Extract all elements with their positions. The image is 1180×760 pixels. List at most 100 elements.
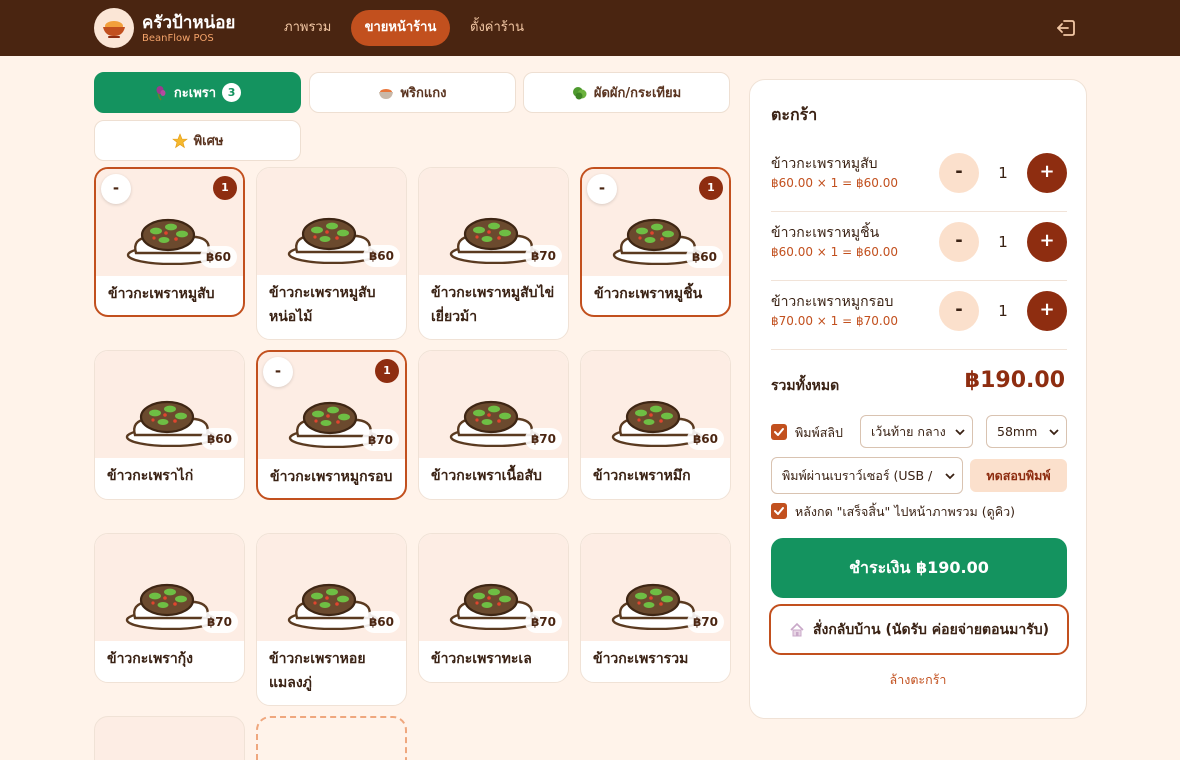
cart-title: ตะกร้า [771, 105, 818, 124]
cart-line-qty: 1 [998, 233, 1008, 251]
increase-qty-button[interactable]: + [1027, 222, 1067, 262]
check-icon [774, 428, 784, 436]
take-home-order-label: สั่งกลับบ้าน (นัดรับ ค่อยจ่ายตอนมารับ) [812, 621, 1050, 638]
product-name: ข้าวกะเพรากุ้ง [107, 651, 193, 667]
product-card[interactable]: ฿60 - 1 ข้าวกะเพราหมูสับ [94, 167, 245, 317]
product-image: ฿70 [95, 534, 244, 641]
cart-line-name: ข้าวกะเพราหมูสับ [771, 156, 878, 172]
total-value: ฿190.00 [964, 368, 1065, 393]
price-tag: ฿60 [362, 611, 400, 633]
category-tab-stirfry[interactable]: ผัดผัก/กระเทียม [523, 72, 730, 113]
logout-button[interactable] [1055, 17, 1077, 39]
product-card[interactable]: ฿60 ข้าวกะเพราหมูสับหน่อไม้ [256, 167, 407, 340]
decrease-qty-button[interactable]: - [939, 222, 979, 262]
category-tab-label: พิเศษ [193, 134, 224, 149]
add-product-placeholder[interactable] [256, 716, 407, 760]
product-image: ฿60 [257, 168, 406, 275]
cart-line-qty: 1 [998, 302, 1008, 320]
price-tag: ฿60 [686, 428, 724, 450]
remove-one-button[interactable]: - [587, 174, 617, 204]
clear-cart-link[interactable]: ล้างตะกร้า [750, 670, 1086, 690]
product-name: ข้าวกะเพราหมึก [593, 468, 691, 484]
decrease-qty-button[interactable]: - [939, 291, 979, 331]
product-name: ข้าวกะเพรารวม [593, 651, 689, 667]
cart-line: ข้าวกะเพราหมูกรอบ ฿70.00 × 1 = ฿70.00 - … [771, 281, 1067, 350]
cart-line-qty: 1 [998, 164, 1008, 182]
logo [94, 8, 134, 48]
product-name: ข้าวกะเพราทะเล [431, 651, 532, 667]
top-bar: ครัวป้าหน่อย BeanFlow POS ภาพรวม ขายหน้า… [0, 0, 1180, 56]
check-icon [774, 507, 784, 515]
product-card[interactable]: ฿70 ข้าวกะเพรากุ้ง [94, 533, 245, 683]
slip-margin-select[interactable]: เว้นท้าย กลาง [860, 415, 973, 448]
product-card[interactable]: ฿70 ข้าวกะเพราเนื้อสับ [418, 350, 569, 500]
remove-one-button[interactable]: - [263, 357, 293, 387]
increase-qty-button[interactable]: + [1027, 291, 1067, 331]
chevron-down-icon [1049, 429, 1059, 436]
printer-select[interactable]: พิมพ์ผ่านเบราว์เซอร์ (USB / [771, 457, 963, 494]
product-card[interactable]: ฿60 ข้าวกะเพราหมึก [580, 350, 731, 500]
product-card[interactable]: ฿70 - 1 ข้าวกะเพราหมูกรอบ [256, 350, 407, 500]
product-card[interactable]: ฿70 ข้าวกะเพราทะเล [418, 533, 569, 683]
quantity-badge: 1 [699, 176, 723, 200]
product-card[interactable]: ฿60 ข้าวกะเพราหอยแมลงภู่ [256, 533, 407, 706]
vegetable-icon [572, 86, 587, 99]
price-tag: ฿70 [524, 428, 562, 450]
quantity-badge: 1 [213, 176, 237, 200]
nav-pos[interactable]: ขายหน้าร้าน [351, 10, 450, 46]
product-name: ข้าวกะเพราหมูสับหน่อไม้ [269, 285, 376, 325]
category-tab-label: ผัดผัก/กระเทียม [593, 86, 682, 101]
quantity-badge: 1 [375, 359, 399, 383]
category-tab-kaprao[interactable]: กะเพรา 3 [94, 72, 301, 113]
take-home-order-button[interactable]: สั่งกลับบ้าน (นัดรับ ค่อยจ่ายตอนมารับ) [769, 604, 1069, 655]
product-image: ฿70 [419, 534, 568, 641]
product-card[interactable]: ฿60 ข้าวกะเพราไก่ [94, 350, 245, 500]
product-card[interactable]: ฿70 ข้าวกะเพราหมูสับไข่เยี่ยวม้า [418, 167, 569, 340]
product-name: ข้าวกะเพราหมูกรอบ [270, 469, 393, 485]
product-name: ข้าวกะเพราหอยแมลงภู่ [269, 651, 366, 691]
product-card[interactable]: ฿60 - 1 ข้าวกะเพราหมูชิ้น [580, 167, 731, 317]
select-value: 58mm [997, 424, 1038, 439]
product-image: ฿60 [581, 351, 730, 458]
cart-line: ข้าวกะเพราหมูสับ ฿60.00 × 1 = ฿60.00 - 1… [771, 143, 1067, 212]
price-tag: ฿60 [362, 245, 400, 267]
price-tag: ฿60 [199, 246, 237, 268]
print-slip-checkbox[interactable] [771, 424, 787, 440]
paper-size-select[interactable]: 58mm [986, 415, 1067, 448]
cart-line-name: ข้าวกะเพราหมูกรอบ [771, 294, 894, 310]
after-finish-label: หลังกด "เสร็จสิ้น" ไปหน้าภาพรวม (ดูคิว) [795, 504, 1015, 519]
product-card[interactable]: ฿70 ข้าวกะเพรารวม [580, 533, 731, 683]
category-tab-label: กะเพรา [173, 86, 217, 101]
product-image: ฿70 - 1 [258, 352, 405, 459]
price-tag: ฿70 [686, 611, 724, 633]
basil-icon [156, 85, 166, 100]
logout-icon [1057, 20, 1075, 36]
select-value: เว้นท้าย กลาง [871, 424, 946, 439]
curry-bowl-icon [379, 88, 394, 99]
category-tab-label: พริกแกง [400, 86, 447, 101]
category-tab-curry[interactable]: พริกแกง [309, 72, 516, 113]
decrease-qty-button[interactable]: - [939, 153, 979, 193]
cart-line-name: ข้าวกะเพราหมูชิ้น [771, 225, 880, 241]
remove-one-button[interactable]: - [101, 174, 131, 204]
brand-name: ครัวป้าหน่อย [142, 13, 236, 33]
price-tag: ฿60 [685, 246, 723, 268]
chevron-down-icon [945, 473, 955, 480]
category-tab-special[interactable]: พิเศษ [94, 120, 301, 161]
increase-qty-button[interactable]: + [1027, 153, 1067, 193]
product-name: ข้าวกะเพราไก่ [107, 468, 194, 484]
product-name: ข้าวกะเพราหมูสับไข่เยี่ยวม้า [431, 285, 555, 325]
price-tag: ฿70 [200, 611, 238, 633]
pay-button[interactable]: ชำระเงิน ฿190.00 [771, 538, 1067, 598]
after-finish-checkbox[interactable] [771, 503, 787, 519]
product-name: ข้าวกะเพราเนื้อสับ [431, 468, 542, 484]
product-image: ฿60 [95, 351, 244, 458]
test-print-button[interactable]: ทดสอบพิมพ์ [970, 459, 1067, 492]
price-tag: ฿70 [524, 611, 562, 633]
nav-overview[interactable]: ภาพรวม [284, 10, 331, 46]
product-name: ข้าวกะเพราหมูสับ [108, 286, 215, 302]
product-card-partial[interactable] [94, 716, 245, 760]
price-tag: ฿60 [200, 428, 238, 450]
brand-subtitle: BeanFlow POS [142, 33, 214, 44]
nav-settings[interactable]: ตั้งค่าร้าน [470, 10, 524, 46]
